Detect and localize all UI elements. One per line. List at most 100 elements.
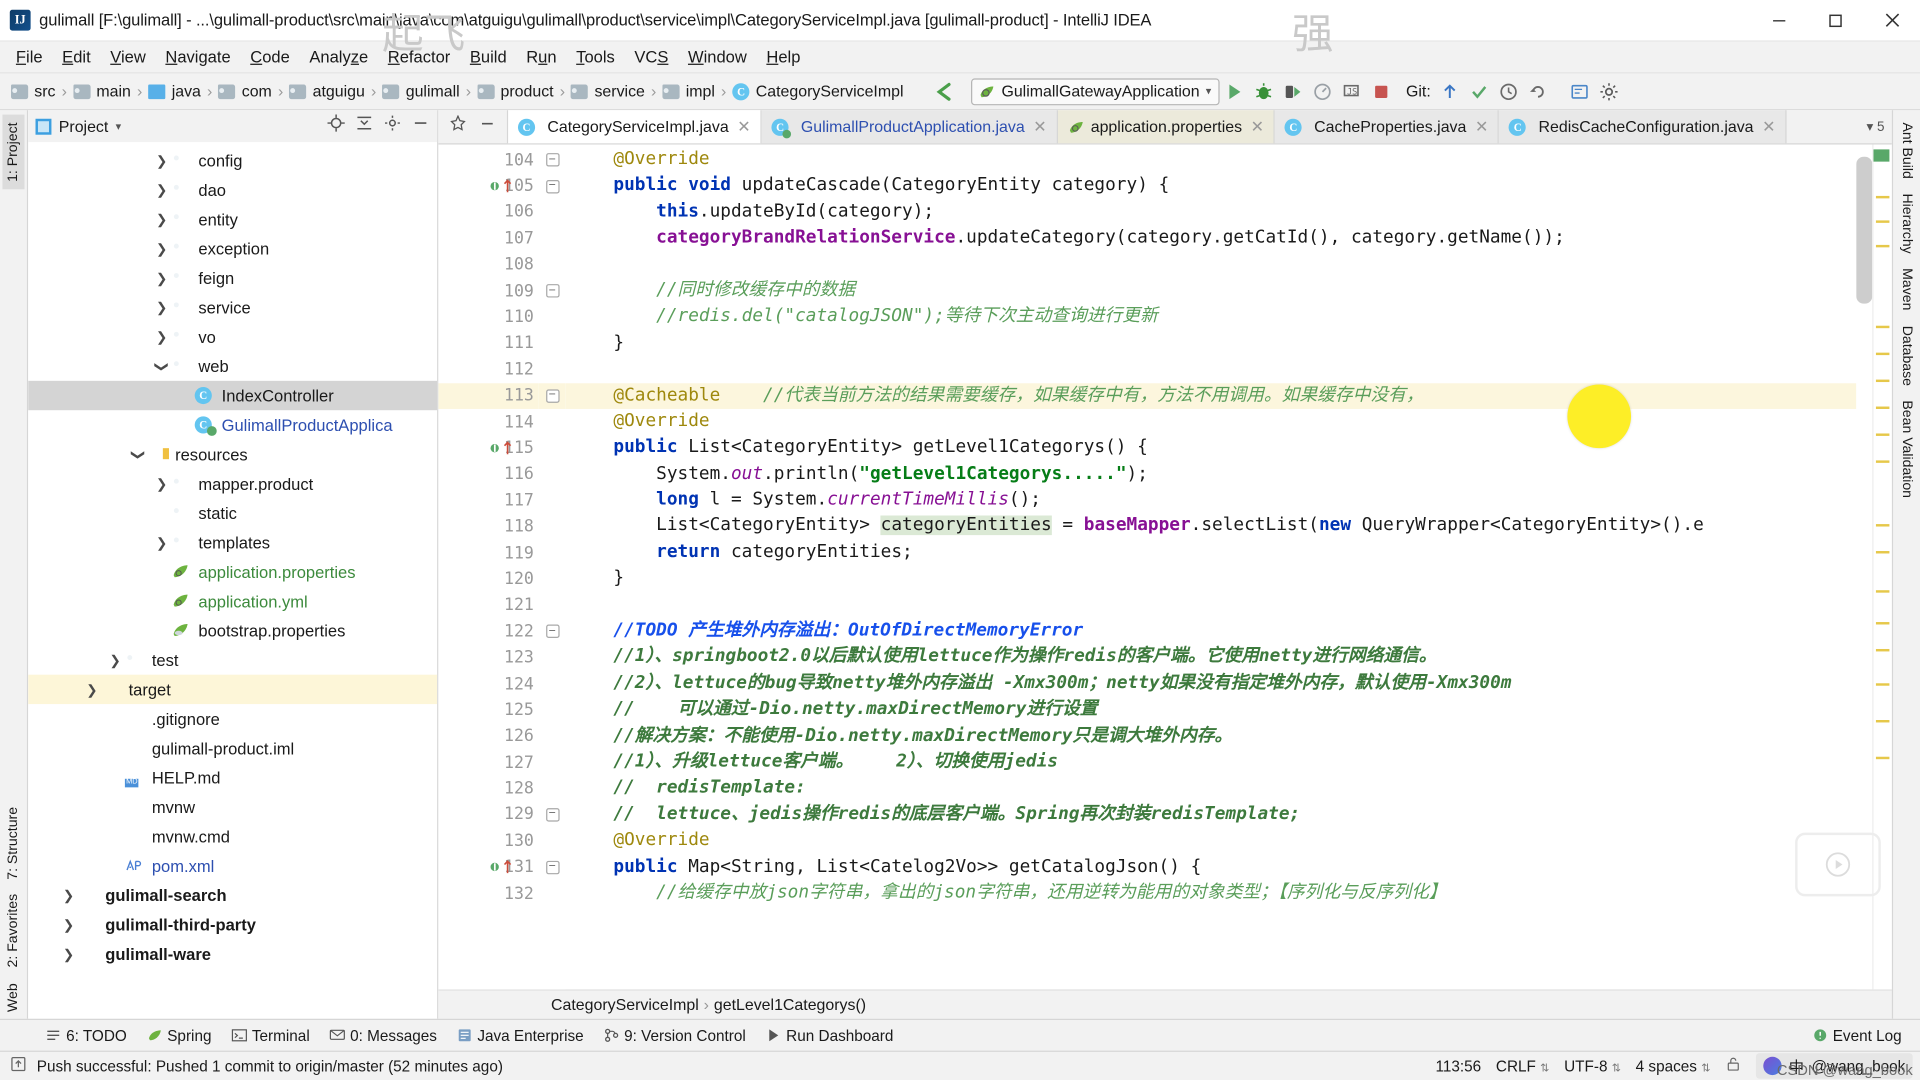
stop-icon[interactable]	[1367, 77, 1396, 106]
collapse-fold-icon[interactable]: −	[545, 624, 559, 639]
menu-window[interactable]: Window	[678, 45, 756, 68]
line-number[interactable]: 128	[438, 776, 538, 802]
fold-marker[interactable]: −	[538, 382, 566, 409]
warning-marker[interactable]	[1875, 720, 1890, 723]
unlocked-icon[interactable]	[1725, 1056, 1741, 1077]
scrollbar-thumb[interactable]	[1856, 156, 1873, 304]
menu-edit[interactable]: Edit	[52, 45, 100, 68]
line-number[interactable]: 127	[438, 749, 538, 775]
bottom-item-run-dashboard[interactable]: Run Dashboard	[757, 1024, 902, 1046]
code-line[interactable]: @Override	[566, 409, 1857, 435]
menu-vcs[interactable]: VCS	[625, 45, 679, 68]
tree-node-application-properties[interactable]: › application.properties	[28, 557, 437, 586]
tree-node-gulimall-third-party[interactable]: ❯ gulimall-third-party	[28, 910, 437, 939]
code-line[interactable]: return categoryEntities;	[566, 540, 1857, 566]
breadcrumb-src[interactable]: src	[7, 81, 59, 102]
tree-node-gulimall-ware[interactable]: ❯ gulimall-ware	[28, 939, 437, 968]
code-line[interactable]: this.updateById(category);	[566, 199, 1857, 225]
tree-node-service[interactable]: ❯ service	[28, 293, 437, 322]
tree-node-web[interactable]: ❯ web	[28, 351, 437, 380]
rail-button-maven[interactable]: Maven	[1896, 261, 1918, 318]
tree-node-test[interactable]: ❯ test	[28, 645, 437, 674]
chevron-right-icon[interactable]: ❯	[59, 917, 79, 933]
rail-button-structure[interactable]: 7: Structure	[2, 800, 24, 887]
chevron-right-icon[interactable]: ❯	[82, 681, 102, 698]
code-line[interactable]: //1）、springboot2.0以后默认使用lettuce作为操作redis…	[566, 645, 1857, 671]
locate-icon[interactable]	[327, 114, 345, 138]
line-number[interactable]: 114	[438, 409, 538, 435]
collapse-fold-icon[interactable]: −	[545, 389, 559, 403]
chevron-right-icon[interactable]: ❯	[152, 329, 172, 345]
tree-node-mvnw-cmd[interactable]: › mvnw.cmd	[28, 822, 437, 851]
menu-help[interactable]: Help	[757, 45, 811, 68]
menu-analyze[interactable]: Analyze	[300, 45, 378, 68]
commit-icon[interactable]	[1465, 77, 1494, 106]
editor-tab-rediscacheconfiguration[interactable]: C RedisCacheConfiguration.java ✕	[1499, 110, 1787, 144]
menu-tools[interactable]: Tools	[566, 45, 624, 68]
chevron-right-icon[interactable]: ❯	[152, 211, 172, 227]
chevron-down-icon[interactable]: ❯	[130, 444, 146, 464]
tree-node-exception[interactable]: ❯ exception	[28, 234, 437, 263]
breadcrumb-class-name[interactable]: CategoryServiceImpl	[551, 996, 699, 1014]
line-number[interactable]: 111	[438, 330, 538, 356]
code-folding-column[interactable]: − − − − − − −	[538, 144, 566, 990]
fold-marker[interactable]: −	[539, 618, 566, 644]
warning-marker[interactable]	[1875, 433, 1890, 436]
warning-marker[interactable]	[1875, 524, 1890, 527]
warning-marker[interactable]	[1875, 406, 1890, 409]
code-line[interactable]	[566, 252, 1857, 278]
chevron-right-icon[interactable]: ❯	[105, 652, 125, 668]
editor-tab-gulimallproductapplication[interactable]: C GulimallProductApplication.java ✕	[761, 110, 1058, 144]
code-line[interactable]: categoryBrandRelationService.updateCateg…	[566, 226, 1857, 252]
line-separator[interactable]: CRLF ⇅	[1496, 1057, 1549, 1074]
fold-marker[interactable]: −	[539, 173, 566, 199]
code-line[interactable]: //1）、升级lettuce客户端。 2）、切换使用jedis	[566, 749, 1857, 775]
maximize-button[interactable]	[1807, 0, 1863, 41]
chevron-right-icon[interactable]: ›	[105, 800, 125, 815]
close-tab-icon[interactable]: ✕	[1475, 117, 1488, 137]
breadcrumb-main[interactable]: main	[69, 81, 134, 102]
close-button[interactable]	[1864, 0, 1920, 41]
line-number[interactable]: 108	[438, 252, 538, 278]
line-number[interactable]: 131	[438, 854, 538, 880]
breadcrumb-atguigu[interactable]: atguigu	[286, 81, 369, 102]
line-number[interactable]: 107	[438, 226, 538, 252]
chevron-down-icon[interactable]: ▾	[116, 119, 122, 132]
menu-view[interactable]: View	[100, 45, 155, 68]
line-number[interactable]: 110	[438, 304, 538, 330]
warning-marker[interactable]	[1875, 220, 1890, 223]
warning-marker[interactable]	[1875, 325, 1890, 329]
history-icon[interactable]	[1494, 77, 1523, 106]
tree-node-application-yml[interactable]: › application.yml	[28, 587, 437, 616]
warning-marker[interactable]	[1875, 352, 1890, 356]
breadcrumb-com[interactable]: com	[215, 81, 276, 102]
tree-node-resources[interactable]: ❯ resources	[28, 440, 437, 469]
indent-setting[interactable]: 4 spaces ⇅	[1636, 1057, 1711, 1074]
rail-button-hierarchy[interactable]: Hierarchy	[1896, 186, 1918, 261]
collapse-fold-icon[interactable]: −	[545, 808, 559, 822]
line-number[interactable]: 109	[438, 278, 538, 304]
chevron-right-icon[interactable]: ›	[152, 564, 172, 579]
code-editor[interactable]: 104 105 106 107 108 109 110 111 112 113 114 115 116 1…	[438, 144, 1892, 990]
tree-node-bootstrap-properties[interactable]: › bootstrap.properties	[28, 616, 437, 645]
line-number[interactable]: 106	[438, 199, 538, 225]
rail-button-project[interactable]: 1: Project	[2, 115, 25, 190]
code-line[interactable]: //同时修改缓存中的数据	[566, 278, 1857, 304]
settings-icon[interactable]	[1595, 77, 1624, 106]
tree-node-vo[interactable]: ❯ vo	[28, 322, 437, 351]
code-line[interactable]: List<CategoryEntity> categoryEntities = …	[566, 514, 1857, 540]
bottom-item-terminal[interactable]: Terminal	[222, 1024, 318, 1046]
breadcrumb-product[interactable]: product	[474, 81, 558, 102]
fold-marker[interactable]: −	[539, 854, 566, 880]
code-line[interactable]: @Cacheable //代表当前方法的结果需要缓存，如果缓存中有，方法不用调用…	[565, 382, 1857, 409]
line-number[interactable]: 120	[438, 566, 538, 592]
hide-panel-icon[interactable]	[411, 114, 429, 138]
rollback-icon[interactable]	[1524, 77, 1553, 106]
collapse-fold-icon[interactable]: −	[545, 860, 559, 874]
warning-marker[interactable]	[1875, 590, 1890, 593]
chevron-right-icon[interactable]: ›	[105, 741, 125, 756]
chevron-right-icon[interactable]: ❯	[152, 299, 172, 316]
override-gutter-icon[interactable]	[490, 860, 512, 875]
close-tab-icon[interactable]: ✕	[737, 117, 750, 137]
run-with-coverage-icon[interactable]	[1279, 77, 1308, 106]
